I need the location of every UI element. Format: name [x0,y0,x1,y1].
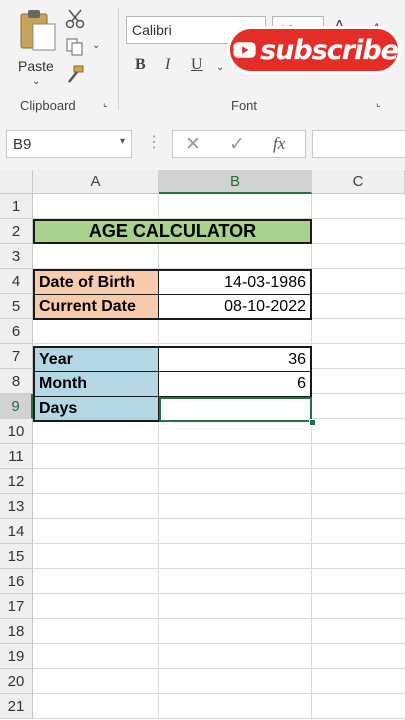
spreadsheet-grid [0,170,405,720]
name-box-value: B9 [13,136,32,153]
row-header[interactable]: 19 [0,644,33,669]
bold-button[interactable]: B [135,56,146,74]
row-header[interactable]: 9 [0,394,33,419]
subscribe-badge[interactable]: subscribe [227,26,401,74]
dob-value-cell[interactable]: 14-03-1986 [159,269,312,295]
column-header-c[interactable]: C [312,170,405,194]
italic-button[interactable]: I [165,56,170,74]
paste-label: Paste [18,58,54,74]
name-box[interactable]: B9 ▾ [6,130,132,158]
formula-input[interactable] [312,130,405,158]
underline-button[interactable]: U [191,56,203,74]
days-value-cell[interactable] [159,397,312,422]
days-label-cell[interactable]: Days [33,397,159,422]
grid-line [33,593,405,594]
row-header[interactable]: 6 [0,319,33,344]
dialog-launcher-icon[interactable]: ⌞ [376,98,381,109]
grid-line [33,618,405,619]
format-painter-icon[interactable] [63,64,87,86]
row-header[interactable]: 14 [0,519,33,544]
cancel-icon[interactable]: ✕ [185,133,201,156]
cut-icon[interactable] [63,8,87,30]
current-date-label-cell[interactable]: Current Date [33,295,159,320]
grid-line [33,443,405,444]
copy-icon[interactable] [63,36,87,58]
chevron-down-icon[interactable]: ⌄ [32,76,40,87]
grid-line [33,493,405,494]
dob-label-cell[interactable]: Date of Birth [33,269,159,295]
row-header[interactable]: 15 [0,544,33,569]
row-header[interactable]: 7 [0,344,33,369]
column-header-b[interactable]: B [159,170,312,194]
select-all-corner[interactable] [0,170,33,194]
grid-line [33,468,405,469]
subscribe-text: subscribe [260,34,399,66]
grid-line [33,693,405,694]
ribbon-divider [118,8,119,110]
insert-function-icon[interactable]: fx [273,134,285,154]
current-date-value-cell[interactable]: 08-10-2022 [159,295,312,320]
row-header[interactable]: 8 [0,369,33,394]
grid-line [33,568,405,569]
grid-line [33,643,405,644]
row-header[interactable]: 11 [0,444,33,469]
grid-line [33,718,405,719]
more-options-icon[interactable]: ⋮ [146,132,162,152]
row-header[interactable]: 17 [0,594,33,619]
grid-line [33,543,405,544]
chevron-down-icon[interactable]: ⌄ [216,62,224,73]
row-header[interactable]: 5 [0,294,33,319]
chevron-down-icon[interactable]: ⌄ [92,40,100,51]
font-group-label: Font [231,98,258,113]
row-header[interactable]: 3 [0,244,33,269]
grid-line [33,668,405,669]
grid-line [33,343,405,344]
dialog-launcher-icon[interactable]: ⌞ [103,98,108,109]
row-header[interactable]: 20 [0,669,33,694]
row-header[interactable]: 2 [0,219,33,244]
row-header[interactable]: 12 [0,469,33,494]
paste-button[interactable]: Paste ⌄ [14,6,60,87]
month-value-cell[interactable]: 6 [159,372,312,397]
row-header[interactable]: 1 [0,194,33,219]
year-label-cell[interactable]: Year [33,346,159,372]
year-value-cell[interactable]: 36 [159,346,312,372]
month-label-cell[interactable]: Month [33,372,159,397]
grid-line [33,518,405,519]
column-header-a[interactable]: A [33,170,159,194]
row-header[interactable]: 4 [0,269,33,294]
title-cell[interactable]: AGE CALCULATOR [33,219,312,244]
row-header[interactable]: 21 [0,694,33,719]
formula-controls: ✕ ✓ fx [172,130,306,158]
row-header[interactable]: 13 [0,494,33,519]
chevron-down-icon[interactable]: ▾ [120,136,125,147]
row-header[interactable]: 18 [0,619,33,644]
ribbon: Paste ⌄ ⌄ Clipboard ⌞ Calibri 12 A A B I… [0,0,405,119]
row-header[interactable]: 16 [0,569,33,594]
play-icon [233,42,256,58]
clipboard-group-label: Clipboard [20,98,76,113]
row-header[interactable]: 10 [0,419,33,444]
clipboard-icon [20,10,56,51]
fill-handle[interactable] [309,419,316,426]
enter-check-icon[interactable]: ✓ [229,133,245,156]
